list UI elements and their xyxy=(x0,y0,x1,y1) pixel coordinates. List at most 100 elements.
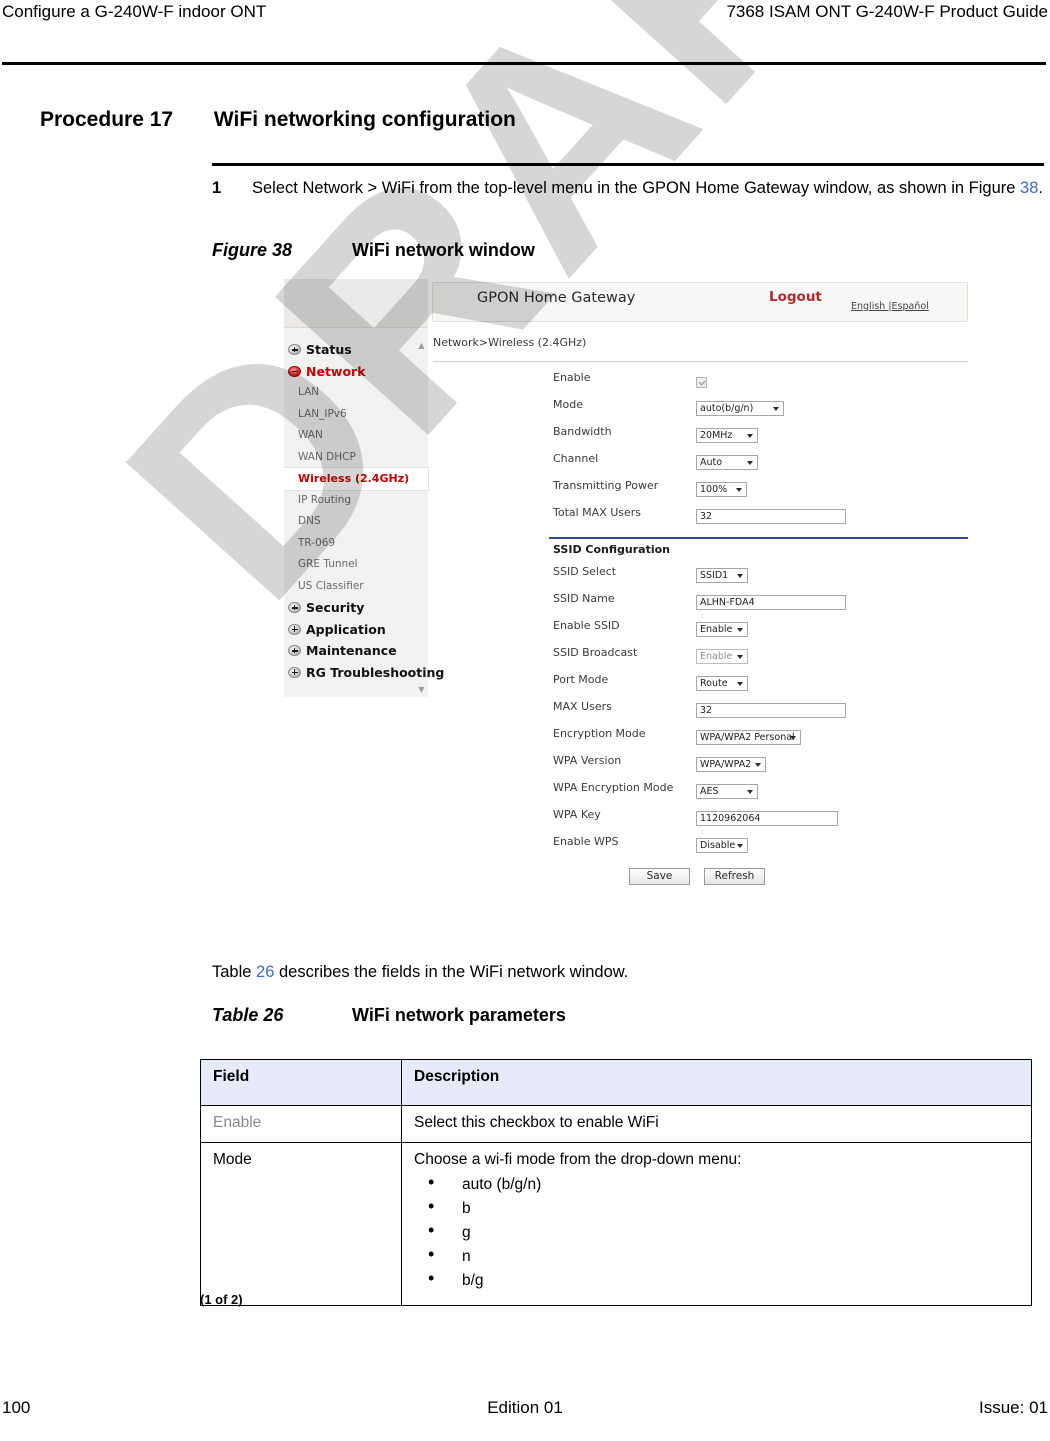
sidebar-item-wireless-24ghz[interactable]: Wireless (2.4GHz) xyxy=(284,468,428,490)
sidebar-logo-area xyxy=(284,279,428,328)
enable-wps-select[interactable]: Disable xyxy=(696,838,748,853)
ssid-name-input[interactable]: ALHN-FDA4 xyxy=(696,595,846,610)
procedure-rule xyxy=(212,163,1044,166)
port-mode-select[interactable]: Route xyxy=(696,676,748,691)
sidebar-item-network[interactable]: Network xyxy=(284,361,428,383)
cell-field-mode: Mode xyxy=(200,1142,402,1306)
table-cross-reference[interactable]: 26 xyxy=(256,963,274,981)
wpa-key-label: WPA Key xyxy=(553,808,601,821)
wpa-key-input[interactable]: 1120962064 xyxy=(696,811,838,826)
cell-description-mode: Choose a wi-fi mode from the drop-down m… xyxy=(401,1142,1032,1306)
wpa-encryption-mode-select[interactable]: AES xyxy=(696,784,758,799)
sidebar-item-ip-routing[interactable]: IP Routing xyxy=(284,490,428,512)
running-header-left: Configure a G-240W-F indoor ONT xyxy=(2,2,267,21)
field-row-bandwidth: Bandwidth 20MHz xyxy=(431,425,970,452)
table-caption: Table 26 WiFi network parameters xyxy=(212,1005,566,1026)
sidebar-item-label: WAN xyxy=(298,429,323,441)
ssid-broadcast-select[interactable]: Enable xyxy=(696,649,748,664)
ssid-broadcast-value: Enable xyxy=(700,651,733,662)
expand-plus-icon xyxy=(288,623,301,635)
save-button[interactable]: Save xyxy=(629,868,690,885)
chevron-down-icon xyxy=(737,628,743,632)
list-item: b/g xyxy=(428,1269,1021,1290)
field-row-enable: Enable xyxy=(431,371,970,398)
sidebar-item-dns[interactable]: DNS xyxy=(284,511,428,533)
sidebar-item-label: Network xyxy=(306,363,366,379)
mode-select[interactable]: auto(b/g/n) xyxy=(696,401,784,416)
table-caption-title: WiFi network parameters xyxy=(352,1005,566,1025)
channel-select[interactable]: Auto xyxy=(696,455,758,470)
max-users-input[interactable]: 32 xyxy=(696,703,846,718)
field-row-encryption-mode: Encryption Mode WPA/WPA2 Personal xyxy=(431,727,970,754)
enable-checkbox[interactable] xyxy=(696,377,707,388)
chevron-down-icon xyxy=(747,461,753,465)
step-text-after: . xyxy=(1038,179,1043,197)
field-row-enable-wps: Enable WPS Disable xyxy=(431,835,970,862)
list-item: auto (b/g/n) xyxy=(428,1173,1021,1194)
chevron-down-icon xyxy=(737,682,743,686)
column-header-field: Field xyxy=(200,1059,402,1106)
encryption-mode-label: Encryption Mode xyxy=(553,727,646,740)
sidebar-item-us-classifier[interactable]: US Classifier xyxy=(284,576,428,598)
language-spanish-link[interactable]: Español xyxy=(892,301,929,312)
gpon-home-gateway-screenshot: ▲ ▼ Status Network LAN LAN_IPv6 WAN WAN … xyxy=(284,279,970,893)
field-row-channel: Channel Auto xyxy=(431,452,970,479)
transmitting-power-value: 100% xyxy=(700,484,728,495)
expand-plus-icon xyxy=(288,602,301,613)
figure-caption: Figure 38 WiFi network window xyxy=(212,240,535,261)
port-mode-label: Port Mode xyxy=(553,673,609,686)
sidebar-item-application[interactable]: Application xyxy=(284,619,428,641)
enable-ssid-select[interactable]: Enable xyxy=(696,622,748,637)
language-english-link[interactable]: English xyxy=(851,301,885,312)
total-max-users-label: Total MAX Users xyxy=(553,506,642,519)
figure-cross-reference[interactable]: 38 xyxy=(1020,179,1038,197)
enable-label: Enable xyxy=(553,371,591,384)
chevron-down-icon xyxy=(737,574,743,578)
bandwidth-select[interactable]: 20MHz xyxy=(696,428,758,443)
field-row-ssid-name: SSID Name ALHN-FDA4 xyxy=(431,592,970,619)
enable-ssid-value: Enable xyxy=(700,624,733,635)
chevron-down-icon xyxy=(747,434,753,438)
sidebar-item-maintenance[interactable]: Maintenance xyxy=(284,640,428,662)
sidebar-item-lan-ipv6[interactable]: LAN_IPv6 xyxy=(284,404,428,426)
sidebar-item-rg-troubleshooting[interactable]: RG Troubleshooting xyxy=(284,662,444,684)
language-switcher: English |Español xyxy=(851,301,929,312)
enable-wps-value: Disable xyxy=(700,840,736,851)
sidebar-item-label: DNS xyxy=(298,515,321,527)
sidebar-item-wan[interactable]: WAN xyxy=(284,425,428,447)
logout-link[interactable]: Logout xyxy=(769,289,822,305)
sidebar-item-label: WAN DHCP xyxy=(298,450,356,463)
cell-field-enable: Enable xyxy=(200,1105,402,1143)
wpa-version-select[interactable]: WPA/WPA2 xyxy=(696,757,766,772)
sidebar-scroll-down-icon[interactable]: ▼ xyxy=(417,685,426,694)
field-row-ssid-select: SSID Select SSID1 xyxy=(431,565,970,592)
collapse-minus-icon xyxy=(288,365,301,377)
table-continuation-note: (1 of 2) xyxy=(200,1292,243,1307)
sidebar-item-security[interactable]: Security xyxy=(284,597,428,619)
breadcrumb: Network>Wireless (2.4GHz) xyxy=(433,336,587,349)
encryption-mode-select[interactable]: WPA/WPA2 Personal xyxy=(696,730,801,745)
ssid-broadcast-label: SSID Broadcast xyxy=(553,646,638,659)
sidebar-item-wan-dhcp[interactable]: WAN DHCP xyxy=(284,447,428,469)
sidebar-item-lan[interactable]: LAN xyxy=(284,382,428,404)
field-row-enable-ssid: Enable SSID Enable xyxy=(431,619,970,646)
gateway-main-panel: GPON Home Gateway Logout English |Españo… xyxy=(431,279,970,893)
sidebar-item-gre-tunnel[interactable]: GRE Tunnel xyxy=(284,554,428,576)
chevron-down-icon xyxy=(773,407,779,411)
transmitting-power-select[interactable]: 100% xyxy=(696,482,747,497)
edition-label: Edition 01 xyxy=(487,1398,563,1417)
sidebar-nav-list: Status Network LAN LAN_IPv6 WAN WAN DHCP… xyxy=(284,339,444,684)
sidebar-item-status[interactable]: Status xyxy=(284,339,428,361)
sidebar-item-tr-069[interactable]: TR-069 xyxy=(284,533,428,555)
total-max-users-input[interactable]: 32 xyxy=(696,509,846,524)
table-row: Enable Select this checkbox to enable Wi… xyxy=(200,1105,1032,1143)
table-lead-before: Table xyxy=(212,963,257,981)
refresh-button[interactable]: Refresh xyxy=(704,868,765,885)
expand-plus-icon xyxy=(288,344,301,355)
ssid-select-dropdown[interactable]: SSID1 xyxy=(696,568,748,583)
running-header-right: 7368 ISAM ONT G-240W-F Product Guide xyxy=(726,2,1048,21)
mode-value: auto(b/g/n) xyxy=(700,403,754,414)
list-item: b xyxy=(428,1197,1021,1218)
ssid-select-value: SSID1 xyxy=(700,570,729,581)
ssid-section-title: SSID Configuration xyxy=(553,543,670,556)
